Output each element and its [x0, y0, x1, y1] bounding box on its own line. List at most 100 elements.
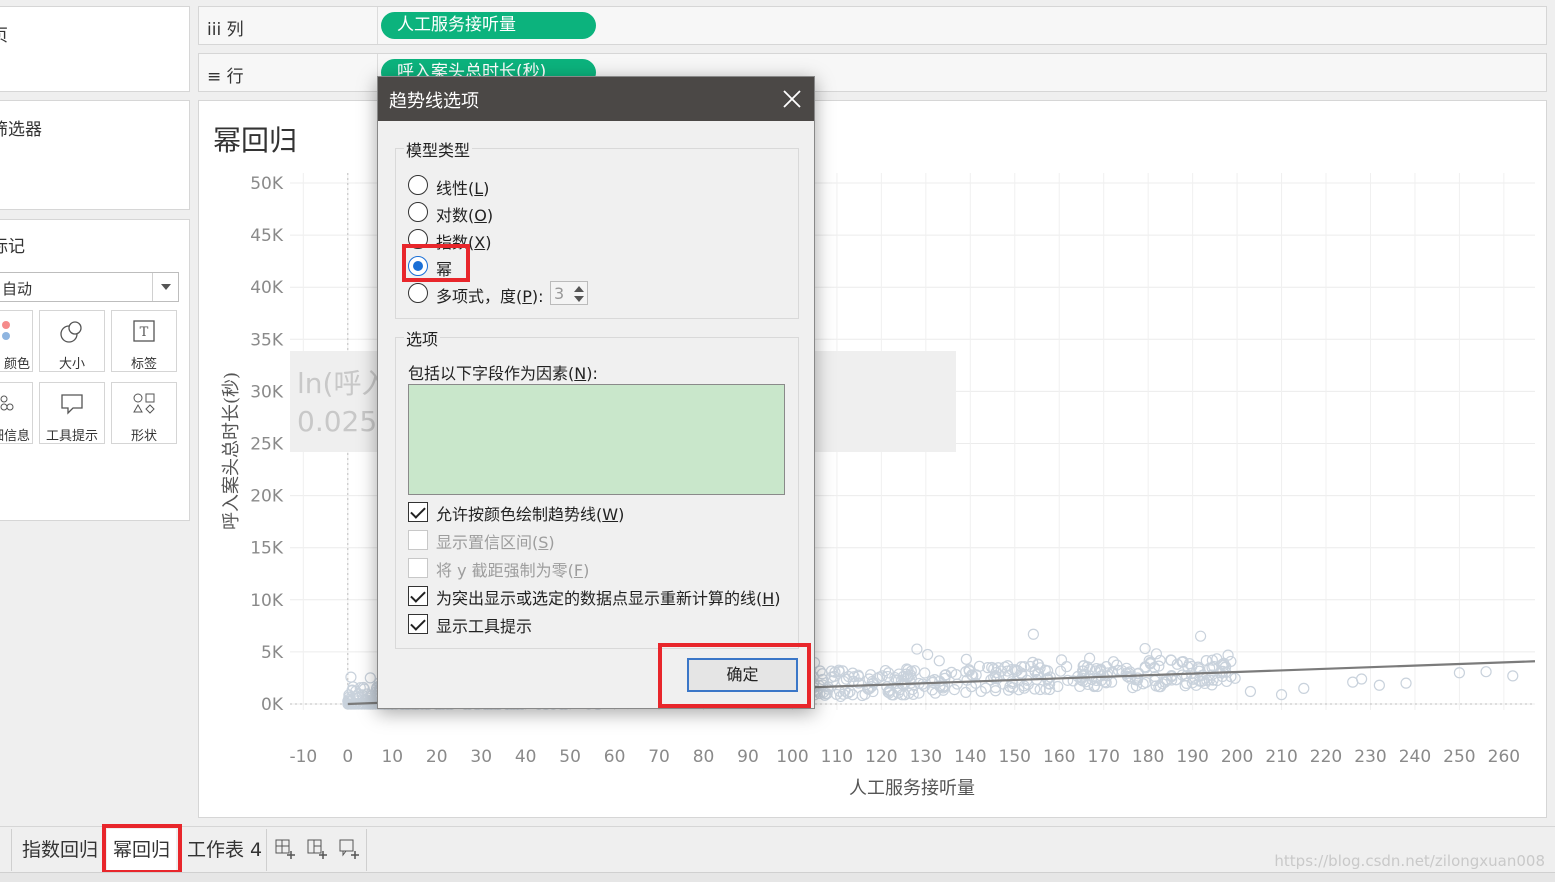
- y-tick-label: 20K: [250, 487, 284, 507]
- data-point: [919, 667, 931, 679]
- x-tick-label: 30: [470, 747, 492, 767]
- x-tick-label: 40: [515, 747, 537, 767]
- pages-card: 页: [0, 6, 190, 92]
- x-tick-label: -10: [289, 747, 317, 767]
- data-point: [1298, 682, 1310, 694]
- x-tick-label: 10: [381, 747, 403, 767]
- mark-label-label: 标签: [130, 357, 157, 372]
- x-tick-label: 260: [1488, 747, 1520, 767]
- mark-size-label: 大小: [58, 357, 85, 372]
- x-tick-label: 100: [776, 747, 808, 767]
- mark-tooltip-button[interactable]: 工具提示: [39, 382, 105, 444]
- dialog-titlebar[interactable]: 趋势线选项: [378, 77, 814, 121]
- mark-color-button[interactable]: 颜色: [0, 310, 33, 372]
- mark-type-dropdown[interactable]: 自动: [0, 272, 179, 302]
- radio-button[interactable]: [408, 175, 428, 195]
- columns-shelf-label: iii 列: [207, 20, 244, 40]
- columns-shelf[interactable]: iii 列 人工服务接听量: [198, 6, 1547, 45]
- y-tick-label: 35K: [250, 330, 284, 350]
- options-group-label: 选项: [404, 326, 441, 350]
- trend-line-options-dialog: 趋势线选项 模型类型 线性(L) 对数(O) 指数(X) 幂 多项式，度(P):…: [377, 76, 815, 709]
- radio-button[interactable]: [408, 202, 428, 222]
- x-tick-label: 60: [604, 747, 626, 767]
- shape-icon: [112, 391, 176, 417]
- tab-separator: [366, 829, 367, 871]
- new-dashboard-icon[interactable]: [305, 837, 329, 861]
- mark-type-value: 自动: [2, 280, 33, 298]
- y-tick-label: 40K: [250, 278, 284, 298]
- radio-button[interactable]: [408, 283, 428, 303]
- trend-annotation-line: ln(呼入: [297, 367, 389, 400]
- watermark: https://blog.csdn.net/zilongxuan008: [1274, 852, 1545, 870]
- radio-button-checked[interactable]: [408, 256, 428, 276]
- y-tick-label: 25K: [250, 435, 284, 455]
- new-worksheet-icon[interactable]: [273, 837, 297, 861]
- x-tick-label: 250: [1443, 747, 1475, 767]
- close-icon[interactable]: [778, 85, 806, 113]
- factor-fields-list[interactable]: [408, 384, 785, 495]
- tab-exponential-regression[interactable]: 指数回归: [16, 829, 104, 873]
- checkbox[interactable]: [408, 502, 428, 522]
- checkbox[interactable]: [408, 614, 428, 634]
- x-tick-label: 230: [1354, 747, 1386, 767]
- model-type-group: 模型类型 线性(L) 对数(O) 指数(X) 幂 多项式，度(P): 3: [395, 137, 799, 319]
- marks-card: 标记 自动 颜色 大小 T 标签 详细信息 工具提示: [0, 219, 190, 521]
- tab-power-regression[interactable]: 幂回归: [107, 829, 177, 873]
- chevron-down-icon: [152, 273, 178, 301]
- checkbox: [408, 558, 428, 578]
- filters-card[interactable]: 筛选器: [0, 100, 190, 210]
- shelf-divider: [377, 7, 378, 44]
- x-tick-label: 0: [342, 747, 353, 767]
- x-tick-label: 210: [1265, 747, 1297, 767]
- checkbox: [408, 530, 428, 550]
- data-point: [933, 655, 945, 667]
- stepper-down-icon[interactable]: [574, 296, 584, 302]
- x-tick-label: 220: [1310, 747, 1342, 767]
- mark-size-button[interactable]: 大小: [39, 310, 105, 372]
- x-axis-title: 人工服务接听量: [849, 778, 975, 799]
- x-tick-label: 80: [693, 747, 715, 767]
- radio-button[interactable]: [408, 229, 428, 249]
- data-point: [1194, 630, 1207, 642]
- y-tick-label: 50K: [250, 174, 284, 194]
- checkbox[interactable]: [408, 586, 428, 606]
- mark-shape-label: 形状: [130, 429, 157, 444]
- tab-separator: [104, 829, 105, 871]
- marks-title: 标记: [0, 237, 25, 257]
- status-bar: [0, 872, 1555, 882]
- new-story-icon[interactable]: [337, 837, 361, 861]
- x-tick-label: 140: [954, 747, 986, 767]
- data-point: [1507, 670, 1519, 682]
- mark-label-button[interactable]: T 标签: [111, 310, 177, 372]
- degree-stepper[interactable]: 3: [550, 281, 588, 305]
- pages-title: 页: [0, 21, 8, 46]
- data-point: [1137, 678, 1149, 690]
- data-point: [960, 686, 972, 699]
- data-point: [911, 643, 923, 655]
- factor-fields-label: 包括以下字段作为因素(N):: [408, 364, 598, 383]
- x-tick-label: 200: [1221, 747, 1253, 767]
- x-tick-label: 240: [1399, 747, 1431, 767]
- y-tick-label: 15K: [250, 539, 284, 559]
- data-point: [1027, 628, 1039, 640]
- mark-detail-label: 详细信息: [0, 429, 30, 444]
- mark-detail-button[interactable]: 详细信息: [0, 382, 33, 444]
- columns-pill[interactable]: 人工服务接听量: [381, 12, 596, 39]
- mark-shape-button[interactable]: 形状: [111, 382, 177, 444]
- y-tick-label: 10K: [250, 591, 284, 611]
- mark-tooltip-label: 工具提示: [45, 429, 98, 444]
- data-point: [922, 648, 934, 661]
- rows-shelf-label: ≡ 行: [207, 67, 244, 87]
- x-tick-label: 70: [648, 747, 670, 767]
- radio-polynomial[interactable]: 多项式，度(P): 3: [408, 281, 608, 306]
- mark-color-label: 颜色: [3, 357, 30, 372]
- data-point: [364, 672, 376, 684]
- tab-separator: [179, 829, 180, 871]
- size-icon: [40, 319, 104, 345]
- ok-button[interactable]: 确定: [687, 658, 798, 692]
- tab-worksheet-4[interactable]: 工作表 4: [181, 829, 268, 873]
- y-tick-label: 5K: [261, 643, 284, 663]
- stepper-up-icon[interactable]: [574, 286, 584, 292]
- x-tick-label: 90: [737, 747, 759, 767]
- data-point: [1400, 677, 1412, 689]
